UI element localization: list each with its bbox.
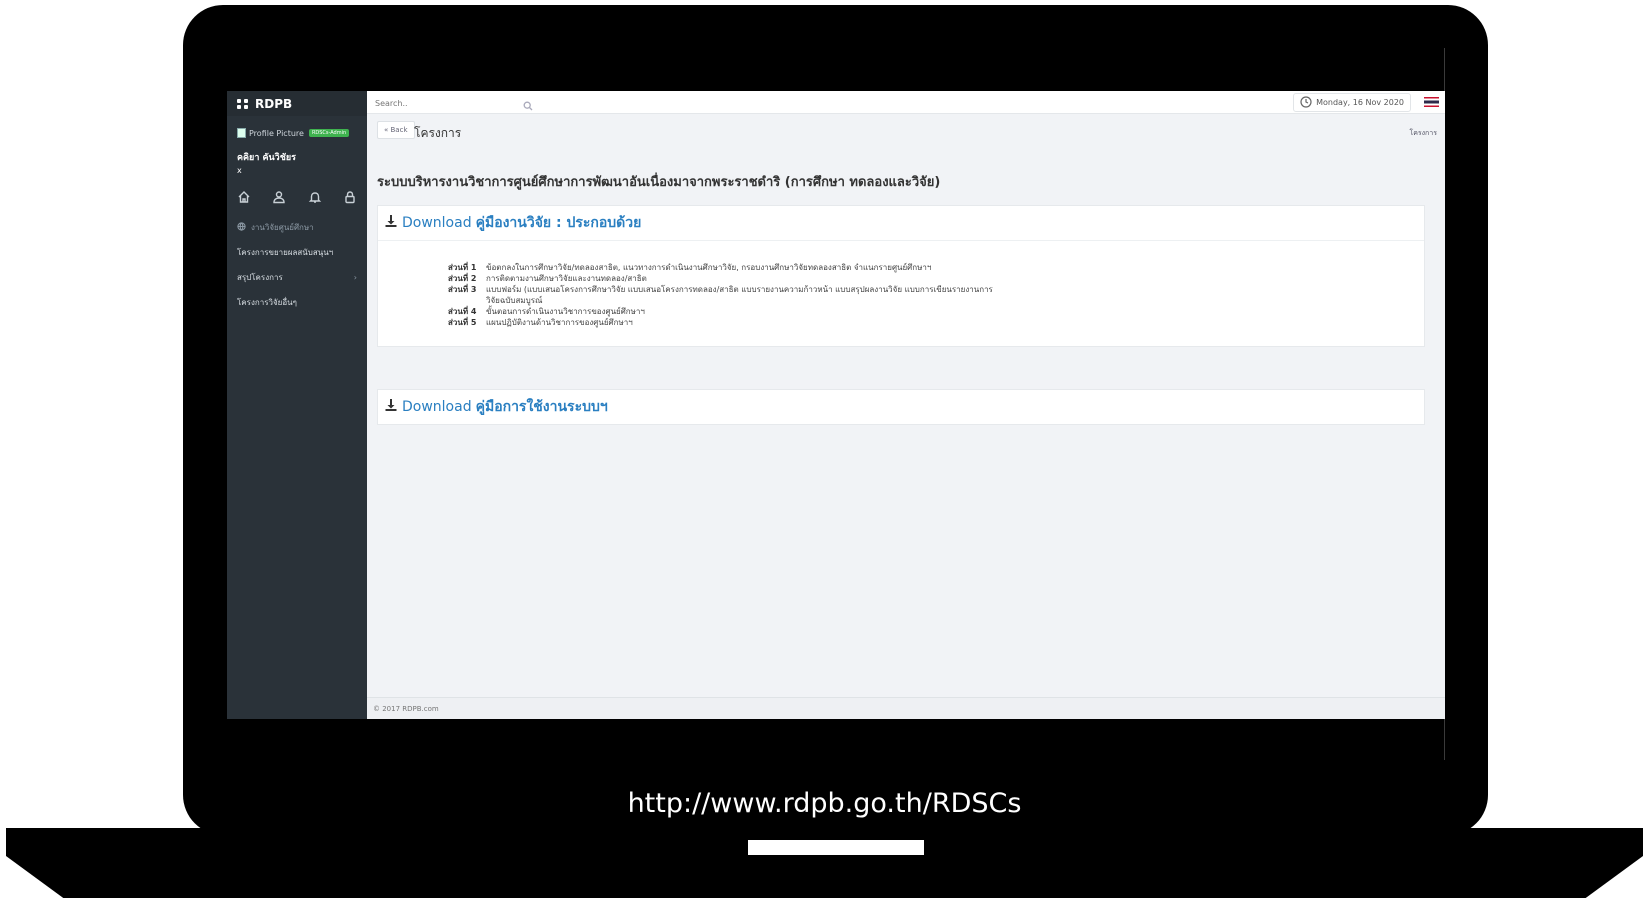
sidebar: RDPB Profile Picture RDSCs-Admin คคิยา ค… <box>227 91 367 719</box>
list-item: ส่วนที่ 2 การติดตามงานศึกษาวิจัยและงานทด… <box>448 273 1424 284</box>
download-icon <box>384 214 398 232</box>
profile: Profile Picture RDSCs-Admin คคิยา คันวิช… <box>227 116 367 175</box>
date-text: Monday, 16 Nov 2020 <box>1316 98 1404 107</box>
download-research-manual-link[interactable]: Download คู่มืองานวิจัย : ประกอบด้วย <box>378 206 1424 241</box>
clock-icon <box>1300 95 1312 110</box>
list-item: ส่วนที่ 1 ข้อตกลงในการศึกษาวิจัย/ทดลองสา… <box>448 262 1424 273</box>
date-display: Monday, 16 Nov 2020 <box>1293 93 1411 112</box>
sidebar-item-research[interactable]: งานวิจัยศูนย์ศึกษา <box>227 215 367 240</box>
manual-parts-list: ส่วนที่ 1 ข้อตกลงในการศึกษาวิจัย/ทดลองสา… <box>378 241 1424 346</box>
download-prefix: Download <box>402 399 472 415</box>
laptop-notch <box>748 840 924 855</box>
download-system-manual-link[interactable]: Download คู่มือการใช้งานระบบฯ <box>378 390 1424 424</box>
page-title: โครงการ <box>414 126 462 140</box>
grid-dots-icon <box>237 98 249 109</box>
broken-image-icon <box>237 128 246 138</box>
sidebar-item-label: โครงการขยายผลสนับสนุนฯ <box>237 248 334 257</box>
part-text: การติดตามงานศึกษาวิจัยและงานทดลอง/สาธิต <box>486 274 647 283</box>
system-title: ระบบบริหารงานวิชาการศูนย์ศึกษาการพัฒนาอั… <box>377 175 941 190</box>
breadcrumb[interactable]: โครงการ <box>1409 128 1437 139</box>
list-item: ส่วนที่ 3 แบบฟอร์ม (แบบเสนอโครงการศึกษาว… <box>448 284 1424 306</box>
part-text: แผนปฏิบัติงานด้านวิชาการของศูนย์ศึกษาฯ <box>486 318 633 327</box>
search-icon[interactable] <box>523 96 533 111</box>
topbar: Monday, 16 Nov 2020 <box>367 91 1445 115</box>
part-text: ขั้นตอนการดำเนินงานวิชาการของศูนย์ศึกษาฯ <box>486 307 645 316</box>
brand-name: RDPB <box>255 96 293 111</box>
laptop-base <box>6 828 1643 898</box>
research-manual-panel: Download คู่มืองานวิจัย : ประกอบด้วย ส่ว… <box>377 205 1425 347</box>
url-caption: http://www.rdpb.go.th/RDSCs <box>627 788 1022 819</box>
footer: © 2017 RDPB.com <box>367 697 1445 719</box>
home-icon[interactable] <box>237 189 251 203</box>
main-content: « Back โครงการ โครงการ ระบบบริหารงานวิชา… <box>367 113 1445 697</box>
part-text: ข้อตกลงในการศึกษาวิจัย/ทดลองสาธิต, แนวทา… <box>486 263 932 272</box>
user-name: คคิยา คันวิชัยร <box>237 153 296 163</box>
system-manual-panel: Download คู่มือการใช้งานระบบฯ <box>377 389 1425 425</box>
panel-title: คู่มืองานวิจัย : ประกอบด้วย <box>475 215 642 231</box>
sidebar-item-summary[interactable]: สรุปโครงการ › <box>227 265 367 290</box>
chevron-right-icon: › <box>353 273 357 282</box>
part-label: ส่วนที่ 5 <box>448 318 477 327</box>
part-label: ส่วนที่ 4 <box>448 307 477 316</box>
part-label: ส่วนที่ 2 <box>448 274 477 283</box>
sidebar-item-label: โครงการวิจัยอื่นๆ <box>237 298 297 307</box>
role-badge: RDSCs-Admin <box>308 129 350 137</box>
profile-picture-alt: Profile Picture <box>249 128 304 138</box>
sidebar-item-label: งานวิจัยศูนย์ศึกษา <box>251 223 314 232</box>
list-item: ส่วนที่ 4 ขั้นตอนการดำเนินงานวิชาการของศ… <box>448 306 1424 317</box>
panel-title: คู่มือการใช้งานระบบฯ <box>475 399 608 415</box>
sidebar-item-other-research[interactable]: โครงการวิจัยอื่นๆ <box>227 290 367 315</box>
bell-icon[interactable] <box>308 189 322 203</box>
search-input[interactable] <box>367 91 527 115</box>
thai-flag-icon[interactable] <box>1424 97 1439 107</box>
part-label: ส่วนที่ 3 <box>448 285 477 294</box>
back-button[interactable]: « Back <box>377 121 415 139</box>
screen: RDPB Profile Picture RDSCs-Admin คคิยา ค… <box>227 91 1445 719</box>
part-text: แบบฟอร์ม (แบบเสนอโครงการศึกษาวิจัย แบบเส… <box>486 285 993 305</box>
page-header: « Back โครงการ โครงการ <box>367 113 1445 143</box>
sidebar-menu: งานวิจัยศูนย์ศึกษา โครงการขยายผลสนับสนุน… <box>227 215 367 315</box>
brand[interactable]: RDPB <box>227 91 367 116</box>
download-prefix: Download <box>402 215 472 231</box>
list-item: ส่วนที่ 5 แผนปฏิบัติงานด้านวิชาการของศูน… <box>448 317 1424 328</box>
sidebar-item-extension[interactable]: โครงการขยายผลสนับสนุนฯ <box>227 240 367 265</box>
download-icon <box>384 398 398 416</box>
globe-icon <box>237 222 246 233</box>
quick-icons <box>227 175 367 204</box>
part-label: ส่วนที่ 1 <box>448 263 477 272</box>
user-icon[interactable] <box>272 189 286 204</box>
lock-icon[interactable] <box>343 189 357 204</box>
sidebar-item-label: สรุปโครงการ <box>237 273 283 282</box>
user-sub: x <box>237 166 242 175</box>
